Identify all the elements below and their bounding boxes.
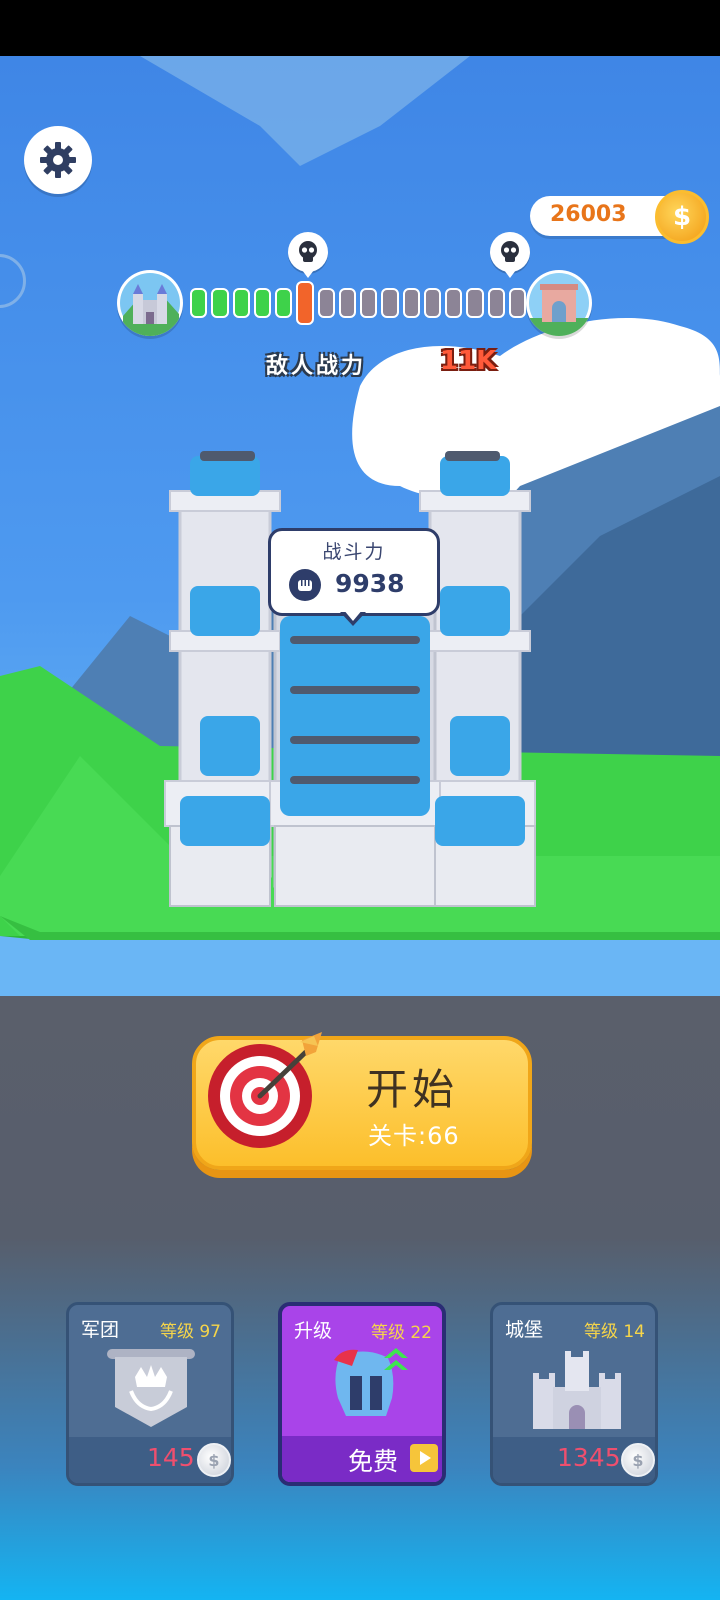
card-footer: 免费 xyxy=(282,1436,442,1482)
final-boss-skull-icon xyxy=(490,232,530,272)
marker-pointer xyxy=(504,270,516,278)
level-segment xyxy=(317,288,335,318)
game-scene: 26003 $ 敌人战力 11K 战斗力 9938 开始 关卡:66 军团 等级… xyxy=(0,56,720,1600)
crown-banner-icon xyxy=(107,1349,195,1427)
start-button[interactable]: 开始 关卡:66 xyxy=(192,1032,532,1170)
start-button-label: 开始 xyxy=(366,1065,459,1114)
status-bar xyxy=(0,0,720,56)
level-segment xyxy=(232,288,250,318)
castle-icon xyxy=(533,1351,621,1429)
stage-number: 关卡:66 xyxy=(368,1122,460,1150)
card-title: 城堡 xyxy=(505,1319,544,1341)
free-label: 免费 xyxy=(348,1447,399,1476)
combat-power-title: 战斗力 xyxy=(322,541,386,563)
level-segment xyxy=(190,288,208,318)
coin-symbol: $ xyxy=(672,202,692,232)
level-segment xyxy=(275,288,293,318)
player-castle-avatar xyxy=(117,270,183,336)
combat-power-value: 9938 xyxy=(335,569,405,598)
level-segment xyxy=(423,288,441,318)
level-segment xyxy=(381,288,399,318)
level-segment xyxy=(487,288,505,318)
arch-avatar-icon xyxy=(529,273,589,336)
helmet-upgrade-icon xyxy=(334,1348,408,1416)
current-level-segment xyxy=(296,281,314,325)
enemy-base-avatar xyxy=(526,270,592,336)
level-segment xyxy=(508,288,526,318)
level-segment xyxy=(211,288,229,318)
level-segment xyxy=(466,288,484,318)
upgrade-price: 145 xyxy=(147,1443,195,1472)
video-ad-icon xyxy=(410,1444,438,1472)
level-segment xyxy=(360,288,378,318)
card-title: 升级 xyxy=(294,1320,333,1342)
level-segment xyxy=(445,288,463,318)
card-footer: 145 $ xyxy=(69,1437,231,1483)
coin-counter: 26003 $ xyxy=(530,190,709,244)
combat-power-bubble: 战斗力 9938 xyxy=(268,528,440,616)
level-segment xyxy=(253,288,271,318)
enemy-power-value: 11K xyxy=(440,346,497,376)
gold-coin-icon: $ xyxy=(655,190,709,244)
bubble-tail-inner xyxy=(343,609,363,621)
castle-card[interactable]: 城堡 等级 14 1345 $ xyxy=(490,1302,658,1486)
settings-button[interactable] xyxy=(24,126,92,194)
player-castle xyxy=(164,451,536,907)
castle-avatar-icon xyxy=(120,273,180,336)
coin-amount: 26003 xyxy=(550,202,627,227)
card-level: 等级 22 xyxy=(370,1323,432,1343)
upgrade-price: 1345 xyxy=(557,1443,621,1472)
silver-coin-icon: $ xyxy=(621,1443,655,1477)
legion-card[interactable]: 军团 等级 97 145 $ xyxy=(66,1302,234,1486)
level-segment xyxy=(338,288,356,318)
upgrade-card[interactable]: 升级 等级 22 免费 xyxy=(278,1302,446,1486)
enemy-power-label: 敌人战力 xyxy=(266,354,367,379)
marker-pointer xyxy=(302,270,314,278)
card-level: 等级 14 xyxy=(583,1322,645,1342)
silver-coin-icon: $ xyxy=(197,1443,231,1477)
fist-icon xyxy=(289,569,321,601)
card-level: 等级 97 xyxy=(159,1322,221,1342)
gear-icon xyxy=(40,142,76,178)
target-arrow-icon xyxy=(208,1032,322,1148)
level-segment xyxy=(402,288,420,318)
level-progress-bar xyxy=(190,281,526,325)
boss-marker-skull-icon xyxy=(288,232,328,272)
card-title: 军团 xyxy=(81,1319,120,1341)
card-footer: 1345 $ xyxy=(493,1437,655,1483)
